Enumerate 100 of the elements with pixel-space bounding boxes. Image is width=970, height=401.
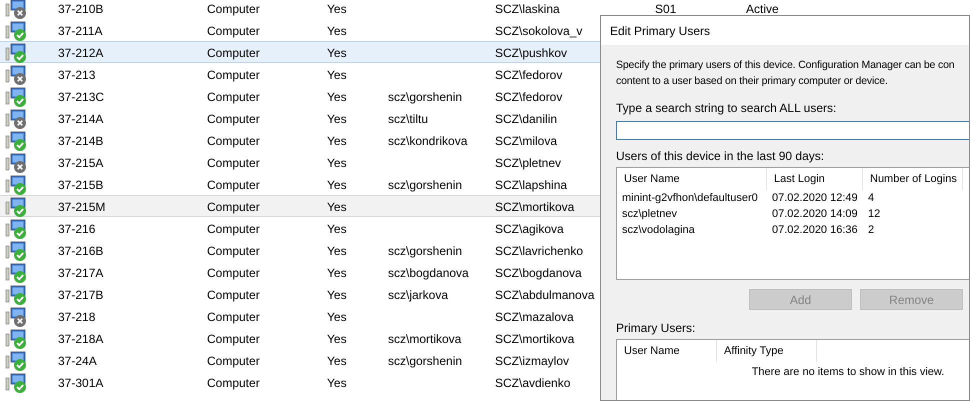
table-cell-text: 37-214B xyxy=(58,132,104,150)
search-label: Type a search string to search ALL users: xyxy=(616,101,838,115)
column-header[interactable]: Last Login xyxy=(767,168,863,190)
table-cell-text: SCZ\fedorov xyxy=(495,88,562,106)
table-cell-text: Computer xyxy=(207,22,260,40)
description-text: content to a user based on their primary computer or device. xyxy=(616,74,889,89)
primary-users-label: Primary Users: xyxy=(616,321,696,335)
table-cell-text: 37-213 xyxy=(58,66,96,84)
table-cell-text: scz\gorshenin xyxy=(388,352,462,370)
table-cell-text: Computer xyxy=(207,66,260,84)
list-cell-text: 07.02.2020 16:36 xyxy=(771,222,859,238)
table-cell-text: SCZ\mazalova xyxy=(495,308,574,326)
table-cell-text: 37-210B xyxy=(58,0,104,18)
table-cell-text: 37-301A xyxy=(58,374,104,392)
table-cell-text: Yes xyxy=(327,66,347,84)
table-cell-text: Computer xyxy=(207,198,260,216)
table-cell-text: 37-214A xyxy=(58,110,104,128)
column-header[interactable]: User Name xyxy=(617,168,767,190)
table-cell-text: Yes xyxy=(327,374,347,392)
table-cell-text: Yes xyxy=(327,264,347,282)
list-cell-text: 2 xyxy=(867,222,876,238)
table-cell-text: 37-213C xyxy=(58,88,104,106)
table-cell-text: Yes xyxy=(327,88,347,106)
table-cell-text: scz\gorshenin xyxy=(388,88,462,106)
table-cell-text: 37-216 xyxy=(58,220,96,238)
table-cell-text: Computer xyxy=(207,374,260,392)
dialog-title: Edit Primary Users xyxy=(610,22,710,40)
table-cell-text: Computer xyxy=(207,264,260,282)
table-cell-text: scz\tiltu xyxy=(388,110,428,128)
table-cell-text: SCZ\sokolova_v xyxy=(495,22,582,40)
table-cell-text: Yes xyxy=(327,286,347,304)
table-cell-text: SCZ\agikova xyxy=(495,220,564,238)
table-cell-text: Computer xyxy=(207,242,260,260)
table-cell-text: Yes xyxy=(327,22,347,40)
table-cell-text: SCZ\pushkov xyxy=(495,44,568,62)
table-cell-text: Computer xyxy=(207,308,260,326)
table-cell-text: scz\gorshenin xyxy=(388,176,462,194)
table-cell-text: Active xyxy=(746,0,779,18)
table-cell-text: Yes xyxy=(327,132,347,150)
table-cell-text: 37-215B xyxy=(58,176,104,194)
table-cell-text: Yes xyxy=(327,220,347,238)
table-cell-text: Yes xyxy=(327,198,347,216)
table-row[interactable]: 37-210B Computer Yes SCZ\laskina S01 Active xyxy=(0,0,970,19)
table-cell-text: Computer xyxy=(207,176,260,194)
table-cell-text: Computer xyxy=(207,0,260,18)
table-cell-text: Yes xyxy=(327,110,347,128)
table-cell-text: SCZ\lapshina xyxy=(495,176,568,194)
table-cell-text: Yes xyxy=(327,0,347,18)
table-cell-text: Computer xyxy=(207,44,260,62)
table-cell-text: Yes xyxy=(327,330,347,348)
table-cell-text: Computer xyxy=(207,352,260,370)
empty-list-message: There are no items to show in this view. xyxy=(750,365,946,380)
table-cell-text: scz\jarkova xyxy=(388,286,448,304)
table-row[interactable]: 37-216B Computer Yes scz\gorshenin SCZ\lavrichenko xyxy=(0,239,970,261)
table-cell-text: 37-218A xyxy=(58,330,104,348)
table-cell-text: Computer xyxy=(207,286,260,304)
table-cell-text: 37-217A xyxy=(58,264,104,282)
table-cell-text: 37-212A xyxy=(58,44,104,62)
table-cell-text: Computer xyxy=(207,220,260,238)
table-cell-text: Computer xyxy=(207,330,260,348)
column-header[interactable]: Number of Logins xyxy=(863,168,963,190)
table-cell-text: SCZ\danilin xyxy=(495,110,558,128)
recent-users-label: Users of this device in the last 90 days: xyxy=(616,149,826,163)
table-row[interactable]: 37-217A Computer Yes scz\bogdanova SCZ\bogdanova xyxy=(0,261,970,283)
table-cell-text: Yes xyxy=(327,352,347,370)
table-cell-text: Computer xyxy=(207,88,260,106)
table-cell-text: Yes xyxy=(327,242,347,260)
table-cell-text: SCZ\bogdanova xyxy=(495,264,582,282)
table-cell-text: scz\kondrikova xyxy=(388,132,468,150)
table-cell-text: 37-218 xyxy=(58,308,96,326)
table-cell-text: Computer xyxy=(207,154,260,172)
table-cell-text: Computer xyxy=(207,110,260,128)
table-cell-text: SCZ\mortikova xyxy=(495,330,574,348)
table-cell-text: scz\gorshenin xyxy=(388,242,462,260)
table-cell-text: SCZ\fedorov xyxy=(495,66,562,84)
table-cell-text: SCZ\izmaylov xyxy=(495,352,570,370)
column-header[interactable]: User Name xyxy=(617,340,717,362)
column-header[interactable]: Affinity Type xyxy=(717,340,817,362)
table-cell-text: 37-24A xyxy=(58,352,97,370)
search-field[interactable] xyxy=(616,121,969,140)
table-cell-text: Yes xyxy=(327,154,347,172)
table-cell-text: 37-211A xyxy=(58,22,102,40)
table-cell-text: 37-217B xyxy=(58,286,104,304)
table-cell-text: scz\mortikova xyxy=(388,330,462,348)
table-cell-text: SCZ\milova xyxy=(495,132,558,150)
table-cell-text: Computer xyxy=(207,132,260,150)
table-row[interactable]: 37-214B Computer Yes scz\kondrikova SCZ\milova xyxy=(0,129,970,151)
table-cell-text: SCZ\lavrichenko xyxy=(495,242,584,260)
table-cell-text: SCZ\pletnev xyxy=(495,154,562,172)
table-cell-text: SCZ\abdulmanova xyxy=(495,286,594,304)
table-cell-text: scz\bogdanova xyxy=(388,264,469,282)
table-cell-text: Yes xyxy=(327,44,347,62)
table-cell-text: SCZ\mortikova xyxy=(495,198,574,216)
table-cell-text: SCZ\laskina xyxy=(495,0,560,18)
table-cell-text: 37-215M xyxy=(58,198,106,216)
table-cell-text: SCZ\avdienko xyxy=(495,374,570,392)
table-cell-text: Yes xyxy=(327,176,347,194)
table-cell-text: 37-216B xyxy=(58,242,104,260)
table-cell-text: Yes xyxy=(327,308,347,326)
table-cell-text: S01 xyxy=(655,0,676,18)
